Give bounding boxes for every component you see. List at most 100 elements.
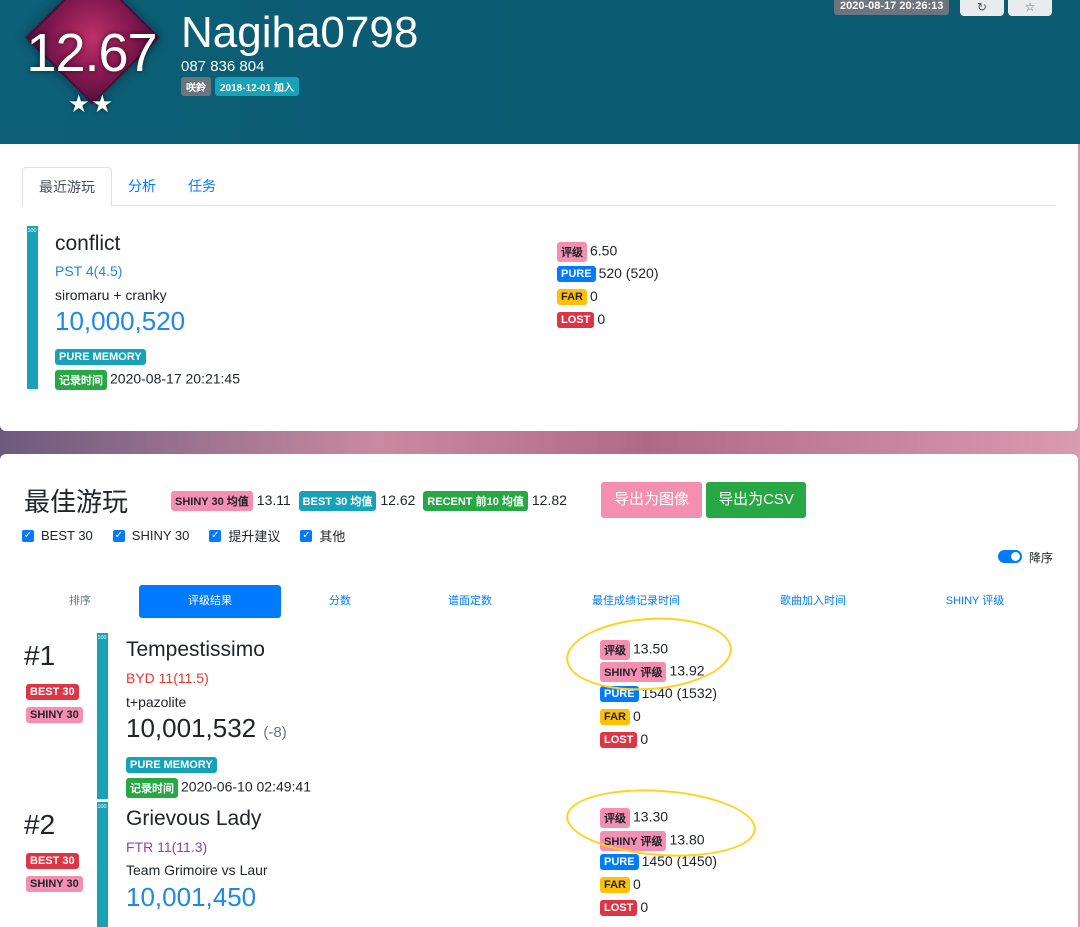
song-title: conflict bbox=[55, 232, 121, 255]
progress-label: 100 bbox=[27, 228, 37, 234]
potential-rating: 12.67 bbox=[26, 23, 157, 83]
filter-checkboxes: ✓ BEST 30 ✓ SHINY 30 ✓ 提升建议 ✓ 其他 bbox=[22, 526, 365, 545]
far-stat: FAR 0 bbox=[557, 288, 598, 306]
header-badges: 咲鈴 2018-12-01 加入 bbox=[181, 77, 299, 96]
far-value: 0 bbox=[590, 288, 598, 304]
checkbox-label: 提升建议 bbox=[228, 529, 281, 544]
rating-stat: 评级 6.50 bbox=[557, 242, 617, 262]
lost-badge: LOST bbox=[600, 732, 638, 749]
checkbox-best30[interactable]: ✓ BEST 30 bbox=[22, 526, 93, 545]
pure-value: 520 (520) bbox=[598, 265, 659, 281]
shiny30-badge: SHINY 30 bbox=[26, 706, 83, 723]
progress-label: 100 bbox=[97, 635, 107, 641]
sort-tab-song-added[interactable]: 歌曲加入时间 bbox=[731, 585, 895, 618]
refresh-icon: ↻ bbox=[976, 0, 988, 14]
descending-toggle[interactable] bbox=[998, 550, 1022, 563]
checkbox-label: BEST 30 bbox=[41, 528, 93, 543]
highlight-ellipse bbox=[563, 783, 759, 863]
average-stats: SHINY 30 均值 13.11 BEST 30 均值 12.62 RECENT … bbox=[171, 491, 571, 511]
progress-bar: 100 bbox=[27, 226, 38, 389]
far-value: 0 bbox=[633, 876, 641, 892]
check-icon: ✓ bbox=[112, 529, 125, 542]
shiny30-badge: SHINY 30 bbox=[26, 875, 83, 892]
checkbox-label: SHINY 30 bbox=[131, 528, 190, 543]
export-image-button[interactable]: 导出为图像 bbox=[601, 482, 702, 518]
checkbox-suggestions[interactable]: ✓ 提升建议 bbox=[209, 526, 280, 545]
shiny30-tag: SHINY 30 bbox=[26, 875, 83, 893]
rating-value: 6.50 bbox=[590, 242, 618, 259]
sort-tab-record-time[interactable]: 最佳成绩记录时间 bbox=[541, 585, 731, 618]
song-title: Grievous Lady bbox=[126, 807, 262, 830]
song-score: 10,001,450 bbox=[126, 882, 257, 912]
record-time-value: 2020-08-17 20:21:45 bbox=[110, 370, 240, 387]
sort-tab-score[interactable]: 分数 bbox=[281, 585, 399, 618]
lost-value: 0 bbox=[640, 731, 649, 747]
shiny-avg-badge: SHINY 30 均值 bbox=[171, 491, 253, 511]
record-time: 记录时间 2020-08-17 20:21:45 bbox=[55, 370, 240, 390]
record-time: 记录时间 2020-06-10 02:49:41 bbox=[126, 778, 311, 798]
far-badge: FAR bbox=[600, 877, 630, 894]
refresh-button[interactable]: ↻ bbox=[960, 0, 1004, 16]
tab-recent[interactable]: 最近游玩 bbox=[22, 167, 112, 207]
sort-tab-shiny-rating[interactable]: SHINY 评级 bbox=[895, 585, 1055, 618]
sort-tab-rating[interactable]: 评级结果 bbox=[139, 585, 281, 618]
sort-tab-chart-constant[interactable]: 谱面定数 bbox=[399, 585, 541, 618]
lost-stat: LOST 0 bbox=[600, 899, 649, 917]
lost-stat: LOST 0 bbox=[600, 731, 649, 749]
highlight-ellipse bbox=[563, 612, 735, 696]
song-artist: Team Grimoire vs Laur bbox=[126, 862, 268, 878]
sort-label: 排序 bbox=[69, 595, 91, 607]
best30-badge: BEST 30 bbox=[26, 852, 79, 869]
lost-badge: LOST bbox=[557, 312, 595, 329]
song-score: 10,001,532 (-8) bbox=[126, 713, 287, 744]
rating-badge: 评级 bbox=[557, 242, 587, 262]
song-difficulty: FTR 11(11.3) bbox=[126, 839, 208, 855]
checkbox-other[interactable]: ✓ 其他 bbox=[300, 526, 345, 545]
far-stat: FAR 0 bbox=[600, 708, 641, 726]
star-icon: ☆ bbox=[1024, 0, 1036, 14]
record-time-value: 2020-06-10 02:49:41 bbox=[181, 778, 311, 795]
pure-badge: PURE bbox=[600, 854, 639, 871]
username: Nagiha0798 bbox=[181, 8, 419, 57]
best30-tag: BEST 30 bbox=[26, 683, 79, 701]
recent-avg-badge: RECENT 前10 均值 bbox=[423, 491, 528, 511]
rank: #1 bbox=[24, 640, 56, 671]
shiny30-tag: SHINY 30 bbox=[26, 706, 83, 724]
record-time-badge: 记录时间 bbox=[126, 778, 178, 798]
user-code: 087 836 804 bbox=[181, 58, 265, 75]
song-difficulty: BYD 11(11.5) bbox=[126, 670, 209, 686]
export-csv-button[interactable]: 导出为CSV bbox=[706, 482, 806, 518]
far-stat: FAR 0 bbox=[600, 876, 641, 894]
best-title: 最佳游玩 bbox=[24, 487, 129, 517]
partner-badge: 咲鈴 bbox=[181, 77, 211, 96]
far-badge: FAR bbox=[557, 289, 587, 306]
clear-type-badge: PURE MEMORY bbox=[126, 756, 217, 773]
checkbox-label: 其他 bbox=[319, 529, 346, 544]
far-badge: FAR bbox=[600, 709, 630, 726]
favorite-button[interactable]: ☆ bbox=[1008, 0, 1052, 16]
lost-value: 0 bbox=[640, 899, 649, 915]
clear-type: PURE MEMORY bbox=[126, 756, 217, 774]
best-avg-value: 12.62 bbox=[380, 491, 416, 508]
pure-badge: PURE bbox=[557, 266, 596, 283]
profile-header: 12.67 ★★ Nagiha0798 087 836 804 咲鈴 2018-… bbox=[0, 0, 1080, 144]
best-plays-card: 最佳游玩 SHINY 30 均值 13.11 BEST 30 均值 12.62 RE… bbox=[0, 454, 1078, 927]
song-title: Tempestissimo bbox=[126, 638, 265, 661]
song-score: 10,000,520 bbox=[55, 306, 186, 336]
check-icon: ✓ bbox=[209, 529, 222, 542]
check-icon: ✓ bbox=[22, 529, 34, 542]
shiny-avg-value: 13.11 bbox=[256, 491, 291, 508]
tab-tasks[interactable]: 任务 bbox=[172, 167, 232, 206]
check-icon: ✓ bbox=[300, 529, 313, 542]
score-value: 10,001,532 bbox=[126, 713, 257, 743]
tab-analysis[interactable]: 分析 bbox=[112, 167, 172, 206]
best-avg-badge: BEST 30 均值 bbox=[298, 491, 377, 511]
progress-bar: 100 bbox=[97, 633, 108, 799]
recent-play-card: 最近游玩 分析 任务 100 conflict PST 4(4.5) sirom… bbox=[0, 144, 1078, 431]
best30-tag: BEST 30 bbox=[26, 852, 79, 870]
sort-tabs: 排序 评级结果 分数 谱面定数 最佳成绩记录时间 歌曲加入时间 SHINY 评级 bbox=[22, 585, 1056, 618]
checkbox-shiny30[interactable]: ✓ SHINY 30 bbox=[112, 526, 190, 545]
clear-type: PURE MEMORY bbox=[55, 348, 146, 366]
rank: #2 bbox=[24, 809, 56, 840]
best30-badge: BEST 30 bbox=[26, 683, 79, 700]
